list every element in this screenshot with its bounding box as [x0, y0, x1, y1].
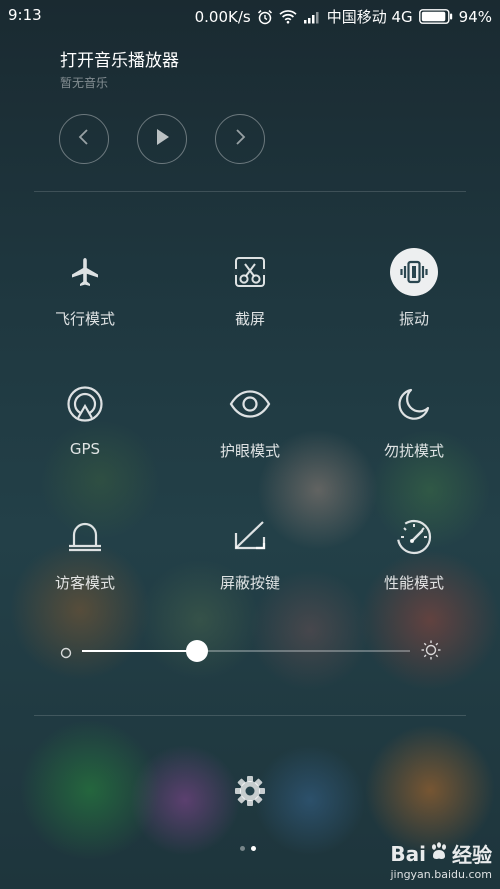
play-button[interactable]	[137, 114, 187, 164]
battery-icon	[418, 9, 453, 24]
toggle-label: 截屏	[234, 310, 265, 328]
clock: 9:13	[8, 6, 42, 24]
performance-icon	[390, 512, 438, 560]
toggle-guest-mode[interactable]: 访客模式	[20, 512, 150, 602]
gps-icon	[61, 380, 109, 428]
toggle-gps[interactable]: GPS	[20, 380, 150, 470]
signal-icon	[303, 10, 321, 24]
chevron-left-icon	[77, 128, 91, 150]
settings-button[interactable]	[233, 774, 267, 812]
battery-percent: 94%	[458, 7, 492, 26]
page-dot	[240, 846, 245, 851]
toggle-label: 访客模式	[54, 574, 115, 592]
divider	[34, 715, 466, 716]
vibrate-icon	[390, 248, 438, 296]
brightness-low-icon	[60, 644, 72, 663]
alarm-icon	[257, 9, 273, 25]
toggle-eye-care[interactable]: 护眼模式	[185, 380, 315, 470]
carrier-label: 中国移动 4G	[326, 8, 413, 26]
slider-thumb[interactable]	[185, 640, 208, 662]
next-track-button[interactable]	[215, 114, 265, 164]
page-indicator	[240, 846, 256, 851]
guest-icon	[61, 512, 109, 560]
moon-icon	[390, 380, 438, 428]
slider-track[interactable]	[82, 640, 410, 662]
toggle-label: GPS	[69, 440, 101, 458]
watermark-url: jingyan.baidu.com	[390, 868, 492, 881]
watermark-brand-right: 经验	[452, 843, 492, 867]
toggle-label: 振动	[398, 310, 429, 328]
divider	[34, 191, 466, 192]
toggle-screenshot[interactable]: 截屏	[185, 248, 315, 338]
toggle-performance-mode[interactable]: 性能模式	[349, 512, 479, 602]
watermark-brand-left: Bai	[390, 841, 426, 866]
block-keys-icon	[226, 512, 274, 560]
previous-track-button[interactable]	[59, 114, 109, 164]
network-speed: 0.00K/s	[194, 7, 251, 26]
paw-icon	[428, 840, 450, 867]
music-status: 暂无音乐	[60, 76, 109, 90]
page-dot	[251, 846, 256, 851]
toggle-label: 飞行模式	[54, 310, 115, 328]
toggle-label: 勿扰模式	[383, 442, 444, 460]
wifi-icon	[279, 9, 297, 24]
play-icon	[153, 127, 171, 151]
toggle-label: 性能模式	[383, 574, 444, 592]
gear-icon	[233, 776, 267, 812]
baidu-jingyan-watermark: Bai 经验 jingyan.baidu.com	[390, 839, 492, 882]
chevron-right-icon	[233, 128, 247, 150]
music-player-title[interactable]: 打开音乐播放器	[60, 46, 179, 71]
toggle-airplane-mode[interactable]: 飞行模式	[20, 248, 150, 338]
slider-fill	[82, 650, 197, 652]
toggle-do-not-disturb[interactable]: 勿扰模式	[349, 380, 479, 470]
brightness-high-icon	[420, 639, 442, 665]
toggle-label: 屏蔽按键	[219, 574, 280, 592]
airplane-icon	[61, 248, 109, 296]
status-bar: 9:13 0.00K/s 中国移动 4G 94%	[0, 0, 500, 30]
toggle-vibrate[interactable]: 振动	[349, 248, 479, 338]
toggle-label: 护眼模式	[219, 442, 280, 460]
eye-icon	[226, 380, 274, 428]
toggle-block-keys[interactable]: 屏蔽按键	[185, 512, 315, 602]
brightness-slider[interactable]	[58, 634, 444, 668]
screenshot-icon	[226, 248, 274, 296]
